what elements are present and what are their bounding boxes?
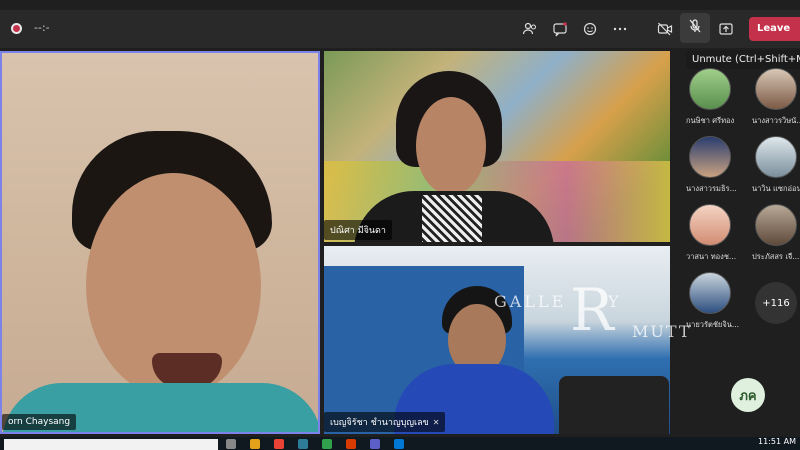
roster-participant[interactable]: นาวิน แซกอ่อน bbox=[746, 136, 800, 195]
avatar bbox=[689, 136, 731, 178]
roster-participant[interactable]: กนษิชา ศรีทอง bbox=[680, 68, 740, 127]
line-icon[interactable] bbox=[322, 439, 332, 449]
video-tile-participant-3[interactable]: เบญจิรัชา ชำนาญบุญเลข ✕ bbox=[324, 246, 670, 434]
teams-icon[interactable] bbox=[370, 439, 380, 449]
more-icon[interactable] bbox=[608, 17, 632, 41]
participant-scarf bbox=[422, 195, 482, 242]
roster-participant[interactable]: นางสาวรมธิร... bbox=[680, 136, 740, 195]
mic-off-icon bbox=[687, 18, 703, 38]
chrome-icon[interactable] bbox=[274, 439, 284, 449]
taskbar-clock: 11:51 AM bbox=[758, 437, 796, 446]
mic-off-icon: ✕ bbox=[432, 418, 440, 427]
avatar bbox=[755, 68, 797, 110]
self-avatar[interactable]: ภค bbox=[731, 378, 765, 412]
participant-name-tag: orn Chaysang bbox=[2, 414, 77, 430]
roster-participant[interactable]: วาสนา ทองช... bbox=[680, 204, 740, 263]
app-icon[interactable] bbox=[226, 439, 236, 449]
edge-icon[interactable] bbox=[394, 439, 404, 449]
meeting-timer: --:- bbox=[34, 21, 50, 34]
recording-indicator-icon bbox=[11, 23, 22, 34]
participant-name-tag: ปณิศา มีจินดา bbox=[324, 220, 392, 240]
windows-taskbar: 11:51 AM bbox=[0, 437, 800, 450]
avatar bbox=[689, 68, 731, 110]
taskbar-apps bbox=[226, 439, 404, 449]
powerpoint-icon[interactable] bbox=[346, 439, 356, 449]
roster-participant[interactable]: นางสาวรวิษนั... bbox=[746, 68, 800, 127]
video-tile-speaker[interactable]: orn Chaysang bbox=[0, 51, 320, 434]
chat-icon[interactable] bbox=[548, 17, 572, 41]
taskbar-search-input[interactable] bbox=[4, 439, 218, 450]
leave-button[interactable]: Leave bbox=[749, 17, 800, 41]
gallery-watermark: GALLE R Y MUTT bbox=[494, 276, 692, 344]
folder-icon[interactable] bbox=[250, 439, 260, 449]
more-participants-button[interactable]: +116 bbox=[746, 282, 800, 324]
avatar bbox=[689, 204, 731, 246]
share-icon[interactable] bbox=[714, 17, 738, 41]
participant-face bbox=[416, 97, 486, 195]
avatar bbox=[755, 204, 797, 246]
avatar bbox=[689, 272, 731, 314]
background-chair bbox=[559, 376, 669, 434]
reactions-icon[interactable] bbox=[578, 17, 602, 41]
roster-participant[interactable]: ประภัสสร เจื... bbox=[746, 204, 800, 263]
video-tile-participant-2[interactable]: ปณิศา มีจินดา bbox=[324, 51, 670, 242]
people-icon[interactable] bbox=[518, 17, 542, 41]
participant-name-tag: เบญจิรัชา ชำนาญบุญเลข ✕ bbox=[324, 412, 446, 432]
avatar bbox=[755, 136, 797, 178]
meeting-toolbar: --:- Leave bbox=[0, 10, 800, 48]
app-icon[interactable] bbox=[298, 439, 308, 449]
camera-off-icon[interactable] bbox=[653, 17, 677, 41]
mic-toggle-button[interactable] bbox=[680, 13, 710, 43]
roster-participant[interactable]: นายวรัตชัยจิน... bbox=[680, 272, 740, 331]
unmute-tooltip: Unmute (Ctrl+Shift+M) bbox=[686, 50, 800, 69]
